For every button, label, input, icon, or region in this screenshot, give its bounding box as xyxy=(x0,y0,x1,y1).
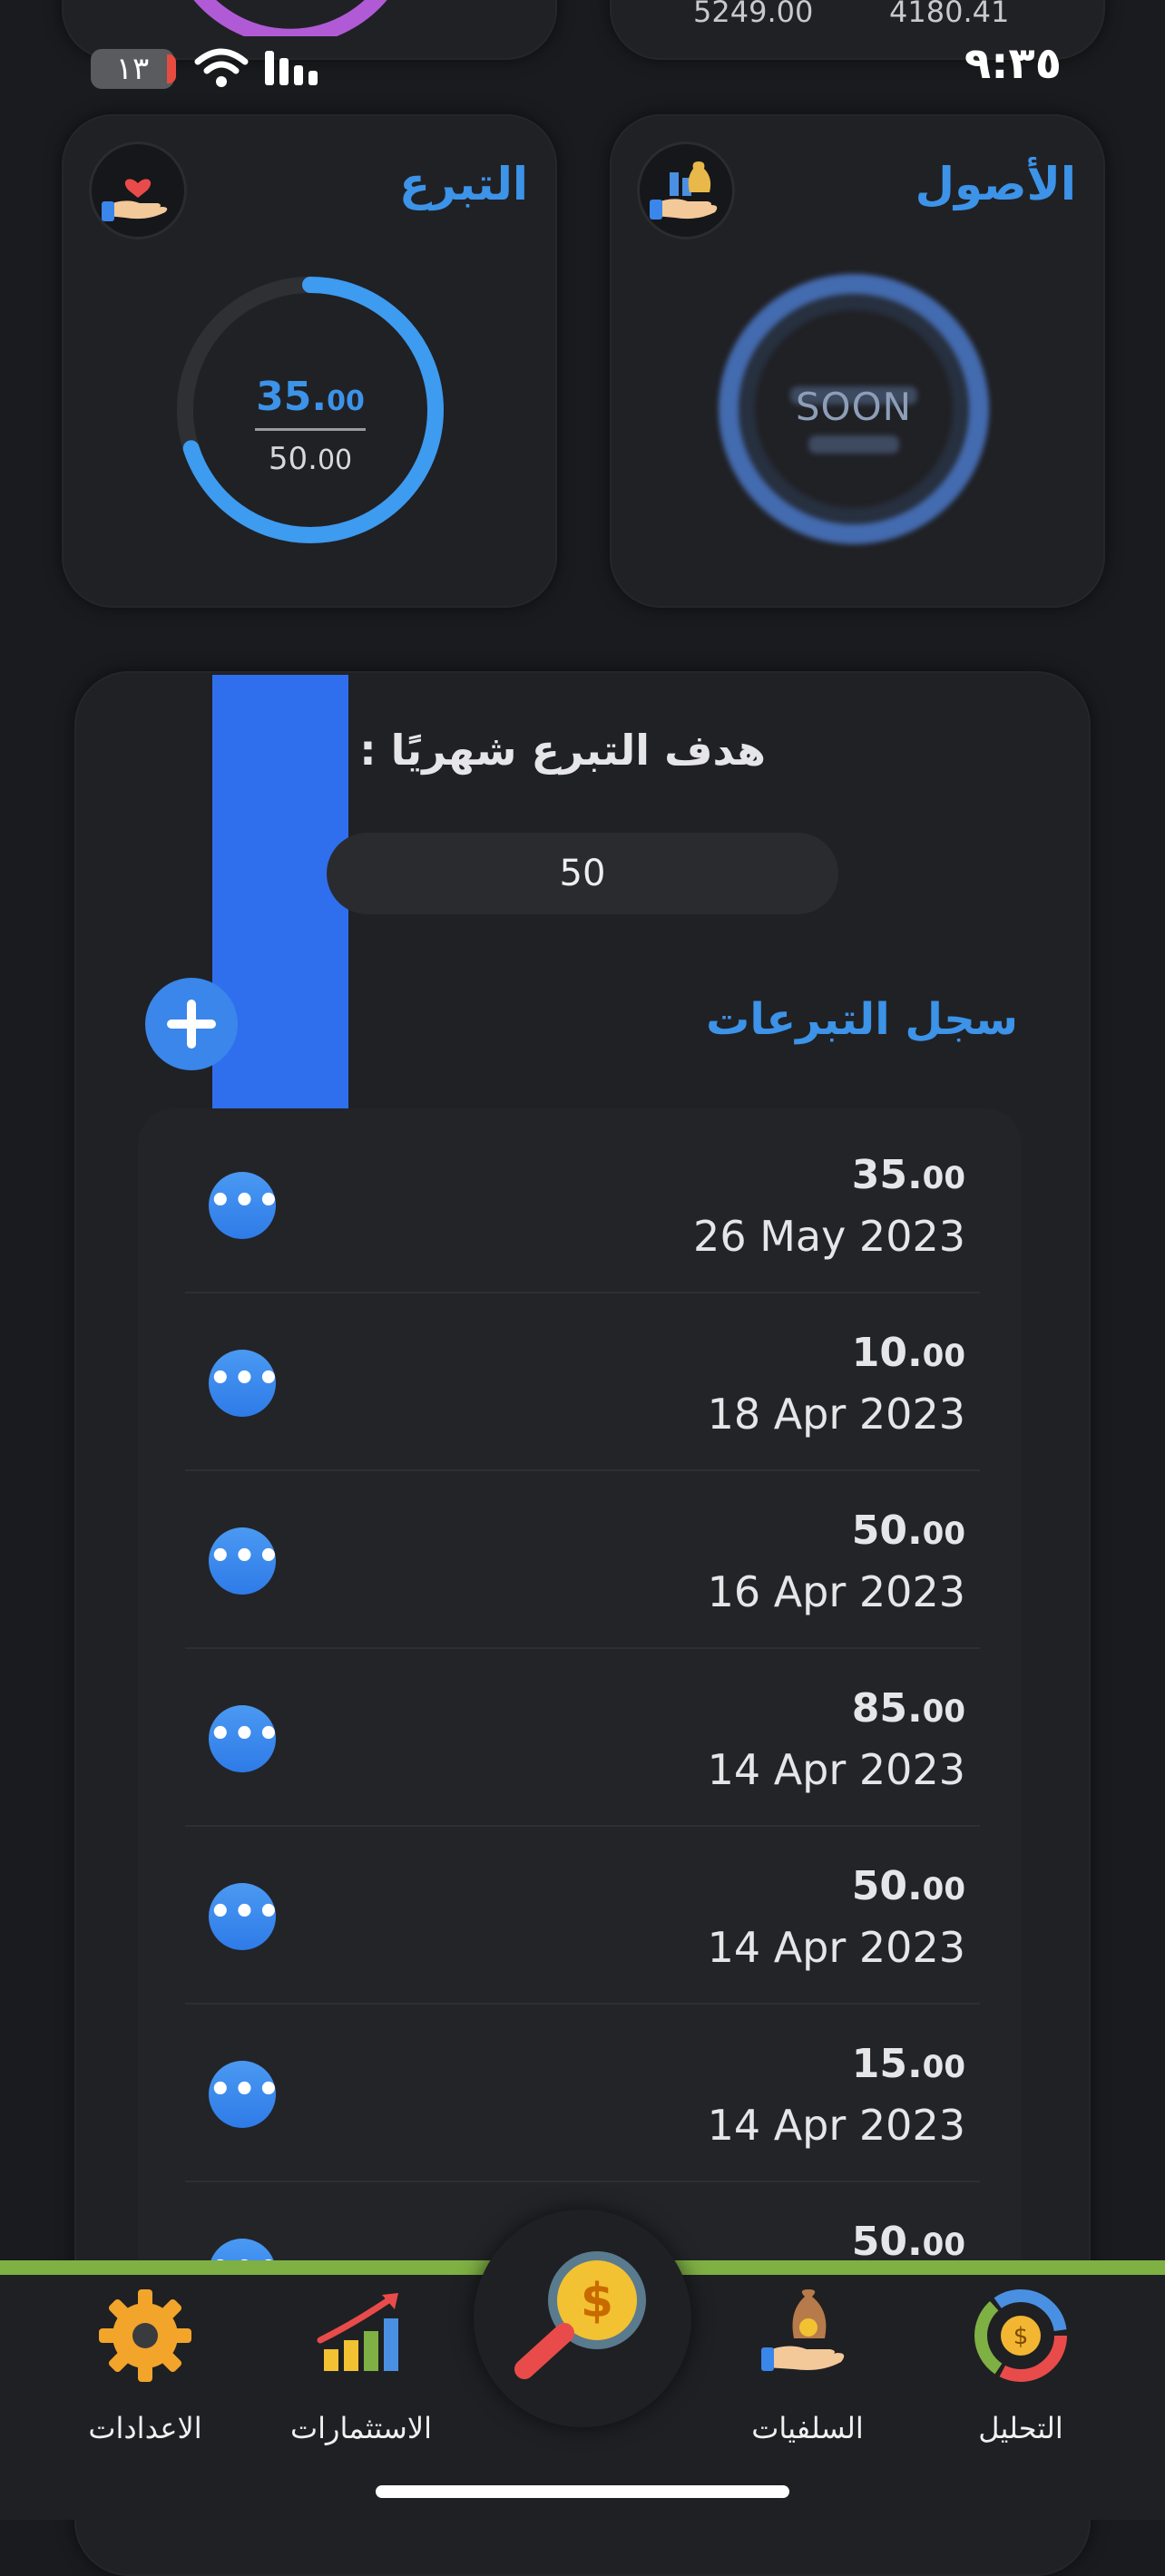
more-options-button[interactable]: ••• xyxy=(209,1172,280,1239)
history-row: ••• 50.00 14 Apr 2023 xyxy=(185,1827,980,2005)
donation-amount: 35.00 xyxy=(852,1152,965,1198)
more-options-button[interactable]: ••• xyxy=(209,1705,280,1772)
assets-card[interactable]: الأصول SOON xyxy=(610,114,1105,608)
ring-divider xyxy=(255,428,366,431)
donation-card-title: التبرع xyxy=(399,158,528,210)
history-row: ••• 15.00 14 Apr 2023 xyxy=(185,2005,980,2182)
wifi-icon xyxy=(194,48,249,87)
donation-date: 14 Apr 2023 xyxy=(707,1745,965,1794)
donation-amount: 35.00 xyxy=(174,374,446,420)
top-value-right: 4180.41 xyxy=(889,0,1010,29)
donation-progress-ring: 35.00 50.00 xyxy=(174,274,446,546)
more-options-button[interactable]: ••• xyxy=(209,1527,280,1595)
donation-amount: 50.00 xyxy=(852,1863,965,1909)
donation-date: 14 Apr 2023 xyxy=(707,1923,965,1972)
donation-goal: 50.00 xyxy=(174,441,446,477)
add-donation-button[interactable] xyxy=(145,978,238,1070)
history-title: سجل التبرعات xyxy=(706,994,1018,1045)
amount-int: 35. xyxy=(851,1152,923,1198)
amount-dec: 00 xyxy=(922,1516,965,1552)
amount-dec: 00 xyxy=(922,1693,965,1730)
donation-date: 18 Apr 2023 xyxy=(707,1390,965,1439)
donation-amount: 50.00 xyxy=(852,2219,965,2265)
donation-amount-dec: 00 xyxy=(327,385,365,417)
amount-dec: 00 xyxy=(922,1338,965,1374)
amount-int: 10. xyxy=(851,1330,923,1376)
amount-dec: 00 xyxy=(922,2049,965,2085)
amount-int: 85. xyxy=(851,1685,923,1732)
svg-text:$: $ xyxy=(1013,2323,1029,2350)
amount-int: 50. xyxy=(851,2219,923,2265)
amount-int: 50. xyxy=(851,1508,923,1554)
money-bag-hand-icon xyxy=(761,2289,845,2371)
hand-money-bag-icon xyxy=(650,161,718,220)
donation-date: 16 Apr 2023 xyxy=(707,1567,965,1616)
more-options-button[interactable]: ••• xyxy=(209,1883,280,1950)
donation-amount: 15.00 xyxy=(852,2041,965,2087)
donation-icon-holder xyxy=(89,141,187,239)
amount-int: 50. xyxy=(851,1863,923,1909)
pie-chart-icon: $ xyxy=(974,2289,1067,2382)
donation-goal-int: 50. xyxy=(268,441,318,477)
assets-soon-ring: SOON xyxy=(713,268,994,550)
amount-dec: 00 xyxy=(922,1871,965,1908)
tab-loans-label: السلفيات xyxy=(751,2411,864,2445)
history-row: ••• 85.00 14 Apr 2023 xyxy=(185,1649,980,1827)
plus-icon xyxy=(167,1000,216,1049)
top-value-left: 5249.00 xyxy=(693,0,814,29)
tab-investments[interactable]: الاستثمارات xyxy=(289,2286,434,2449)
hand-heart-icon xyxy=(102,179,168,221)
top-ring-fragment xyxy=(193,0,387,36)
history-row: ••• 10.00 18 Apr 2023 xyxy=(185,1293,980,1471)
donation-date: 14 Apr 2023 xyxy=(707,2101,965,2150)
tab-investments-label: الاستثمارات xyxy=(290,2411,432,2445)
amount-dec: 00 xyxy=(922,1160,965,1196)
history-row: ••• 35.00 26 May 2023 xyxy=(185,1116,980,1293)
magnifier-dollar-icon: $ xyxy=(514,2251,646,2379)
monthly-goal-input[interactable]: 50 xyxy=(327,833,838,914)
more-options-button[interactable]: ••• xyxy=(209,2061,280,2128)
donation-amount: 50.00 xyxy=(852,1508,965,1554)
battery-indicator: ١٣ xyxy=(91,49,176,89)
bar-chart-growth-icon xyxy=(317,2293,398,2371)
donation-amount: 85.00 xyxy=(852,1685,965,1732)
tab-analysis[interactable]: $ التحليل xyxy=(962,2286,1080,2449)
tab-loans[interactable]: السلفيات xyxy=(744,2286,871,2449)
donation-date: 26 May 2023 xyxy=(693,1212,965,1261)
signal-icon xyxy=(265,51,318,85)
gear-icon xyxy=(99,2289,191,2382)
soon-label: SOON xyxy=(795,385,913,429)
svg-text:$: $ xyxy=(581,2274,613,2328)
status-bar: ١٣ ٩:٣٥ xyxy=(0,36,1165,100)
tab-analysis-label: التحليل xyxy=(978,2411,1063,2445)
home-indicator[interactable] xyxy=(376,2485,789,2498)
donation-goal-dec: 00 xyxy=(317,444,353,476)
donation-amount-int: 35. xyxy=(256,374,328,420)
center-action-button[interactable]: $ xyxy=(474,2210,691,2427)
donation-amount: 10.00 xyxy=(852,1330,965,1376)
clock: ٩:٣٥ xyxy=(964,38,1062,89)
assets-icon-holder xyxy=(637,141,735,239)
tab-settings[interactable]: الاعدادات xyxy=(82,2286,209,2449)
monthly-goal-label: هدف التبرع شهريًا : xyxy=(359,726,766,775)
amount-dec: 00 xyxy=(922,2227,965,2263)
tab-settings-label: الاعدادات xyxy=(88,2411,202,2445)
donation-card[interactable]: التبرع 35.00 50.00 xyxy=(62,114,557,608)
more-options-button[interactable]: ••• xyxy=(209,1350,280,1417)
amount-int: 15. xyxy=(851,2041,923,2087)
history-row: ••• 50.00 16 Apr 2023 xyxy=(185,1471,980,1649)
assets-card-title: الأصول xyxy=(915,158,1076,210)
